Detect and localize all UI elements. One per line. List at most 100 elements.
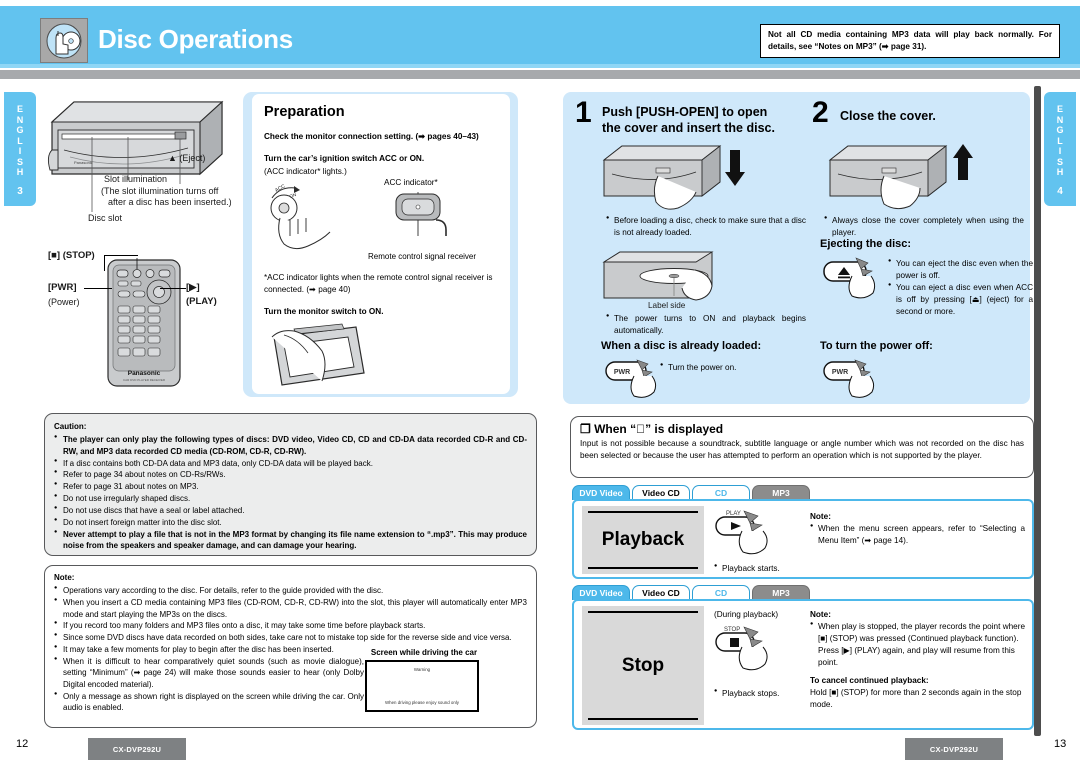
step-2-number: 2 [812, 96, 829, 129]
list-item: When play is stopped, the player records… [810, 621, 1025, 645]
sidetab-letter: G [16, 125, 24, 135]
playback-bullet: Playback starts. [714, 563, 834, 575]
svg-text:Panasonic: Panasonic [128, 370, 161, 377]
list-item: Do not use irregularly shaped discs. [54, 493, 527, 504]
callout-eject: ▲ (Eject) [168, 153, 206, 163]
preparation-line-4: Turn the monitor switch to ON. [264, 307, 384, 317]
remote-callout-stop: [■] (STOP) [48, 250, 95, 261]
sidetab-letter: S [1056, 156, 1063, 167]
list-item: Never attempt to play a file that is not… [54, 529, 527, 552]
sidetab-letter: L [17, 135, 23, 146]
step-1-number: 1 [575, 96, 592, 129]
pwr-key-press-illustration-1: PWR [604, 358, 666, 405]
preparation-heading: Preparation [264, 104, 345, 120]
leader-line-pwr [84, 288, 112, 289]
sidetab-letter: S [16, 156, 23, 167]
sidetab-letter: H [16, 167, 24, 177]
header-gray-bar [0, 70, 1080, 79]
tab-dvd-video[interactable]: DVD Video [572, 485, 630, 500]
tab-video-cd[interactable]: Video CD [632, 585, 690, 600]
cancel-continued-playback-body: Hold [■] (STOP) for more than 2 seconds … [810, 688, 1022, 710]
sidetab-letter: N [16, 114, 24, 125]
sidebar-tab-english-left[interactable]: E N G L I S H 3 [4, 92, 36, 206]
list-item: Do not insert foreign matter into the di… [54, 517, 527, 528]
step-1-bullet-1: Before loading a disc, check to make sur… [606, 215, 806, 239]
svg-text:STOP: STOP [724, 627, 740, 633]
preparation-line-2: Turn the car’s ignition switch ACC or ON… [264, 154, 425, 164]
remote-callout-power: (Power) [48, 297, 80, 307]
page-title: Disc Operations [98, 24, 293, 54]
step-2-eject-bullets: You can eject the disc even when the pow… [888, 258, 1033, 317]
svg-text:PLAY: PLAY [726, 511, 741, 517]
page-number-right: 13 [1054, 738, 1067, 750]
list-item: The player can only play the following t… [54, 434, 527, 457]
monitor-switch-illustration [264, 323, 498, 398]
leader-line-play [160, 288, 186, 289]
playback-label: Playback [601, 529, 685, 550]
tab-mp3[interactable]: MP3 [752, 585, 810, 600]
sidetab-letter: N [1056, 114, 1064, 125]
model-badge-left: CX-DVP292U [88, 738, 186, 760]
close-cover-illustration [826, 140, 1006, 215]
svg-text:PWR: PWR [614, 369, 630, 376]
sidebar-tab-english-right[interactable]: E N G L I S H 4 [1044, 92, 1076, 206]
driving-screen-title: Screen while driving the car [370, 648, 478, 657]
book-spine [1034, 86, 1041, 736]
stop-during-playback: (During playback) [714, 610, 779, 619]
model-badge-right: CX-DVP292U [905, 738, 1003, 760]
leader-line-stop [104, 255, 138, 271]
list-item: Do not use discs that have a seal or lab… [54, 505, 527, 516]
caution-list: The player can only play the following t… [54, 434, 527, 551]
stop-key-press-illustration: STOP [714, 623, 786, 680]
screenbox-rule-bottom [588, 567, 698, 569]
remote-control-illustration: Panasonic CAR DVD PLAYER RECEIVER [104, 251, 184, 388]
sidetab-letter: H [1056, 167, 1064, 177]
acc-indicator-label: ACC indicator* [384, 177, 438, 187]
list-item: Operations vary according to the disc. F… [54, 585, 527, 596]
svg-text:ACC: ACC [274, 183, 286, 193]
sidetab-number: 3 [17, 185, 23, 197]
tab-mp3[interactable]: MP3 [752, 485, 810, 500]
callout-disc-slot: Disc slot [88, 213, 123, 223]
no-sign-info-box: ❐ When “⃠” is displayed Input is not pos… [570, 416, 1034, 478]
step-2-heading: Close the cover. [840, 109, 936, 123]
stop-note-body-2: Press [▶] (PLAY) again, and play will re… [818, 645, 1015, 667]
no-sign-heading: ❐ When “⃠” is displayed [580, 422, 724, 436]
list-item: Only a message as shown right is display… [54, 691, 364, 714]
tab-cd[interactable]: CD [692, 585, 750, 600]
hand-disc-icon [40, 18, 88, 63]
sidetab-letter: I [1058, 146, 1062, 156]
step-2-bullet-1: Always close the cover completely when u… [824, 215, 1024, 239]
cancel-continued-playback-title: To cancel continued playback: [810, 676, 929, 686]
tab-video-cd[interactable]: Video CD [632, 485, 690, 500]
manual-page-spread: Disc Operations Not all CD media contain… [0, 0, 1080, 762]
driving-screen-message: When driving please enjoy sound only [385, 700, 459, 705]
playback-panel: Playback PLAY Playback starts. Note: Whe… [572, 499, 1034, 579]
stop-panel: Stop (During playback) STOP Playback sto… [572, 599, 1034, 730]
svg-text:CAR DVD PLAYER RECEIVER: CAR DVD PLAYER RECEIVER [123, 378, 166, 382]
list-item: When it is difficult to hear comparative… [54, 656, 364, 690]
header-stripe [0, 64, 1080, 68]
playback-note-title: Note: [810, 512, 831, 521]
mp3-callout-note: Not all CD media containing MP3 data wil… [760, 24, 1060, 58]
no-sign-body: Input is not possible because a soundtra… [580, 439, 1024, 460]
screenbox-rule-bottom [588, 718, 698, 720]
svg-text:ON: ON [289, 192, 297, 199]
disc-already-loaded-subheading: When a disc is already loaded: [601, 340, 762, 352]
sidetab-letter: L [1057, 135, 1063, 146]
preparation-panel: Preparation Check the monitor connection… [252, 94, 510, 394]
screenbox-rule-top [588, 511, 698, 513]
stop-note: Note: When play is stopped, the player r… [810, 609, 1025, 711]
playback-screenbox: Playback [582, 506, 704, 574]
tab-cd[interactable]: CD [692, 485, 750, 500]
screenbox-rule-top [588, 611, 698, 613]
step-1-bullet-2: The power turns to ON and playback begin… [606, 313, 806, 337]
step-1-heading: Push [PUSH-OPEN] to open the cover and i… [602, 105, 775, 135]
stop-label: Stop [621, 654, 665, 676]
play-key-press-illustration: PLAY [714, 507, 786, 564]
tab-dvd-video[interactable]: DVD Video [572, 585, 630, 600]
push-open-illustration [600, 140, 775, 215]
list-item: Since some DVD discs have data recorded … [54, 632, 527, 643]
list-item: If you record too many folders and MP3 f… [54, 620, 527, 631]
list-item: If a disc contains both CD-DA data and M… [54, 458, 527, 469]
